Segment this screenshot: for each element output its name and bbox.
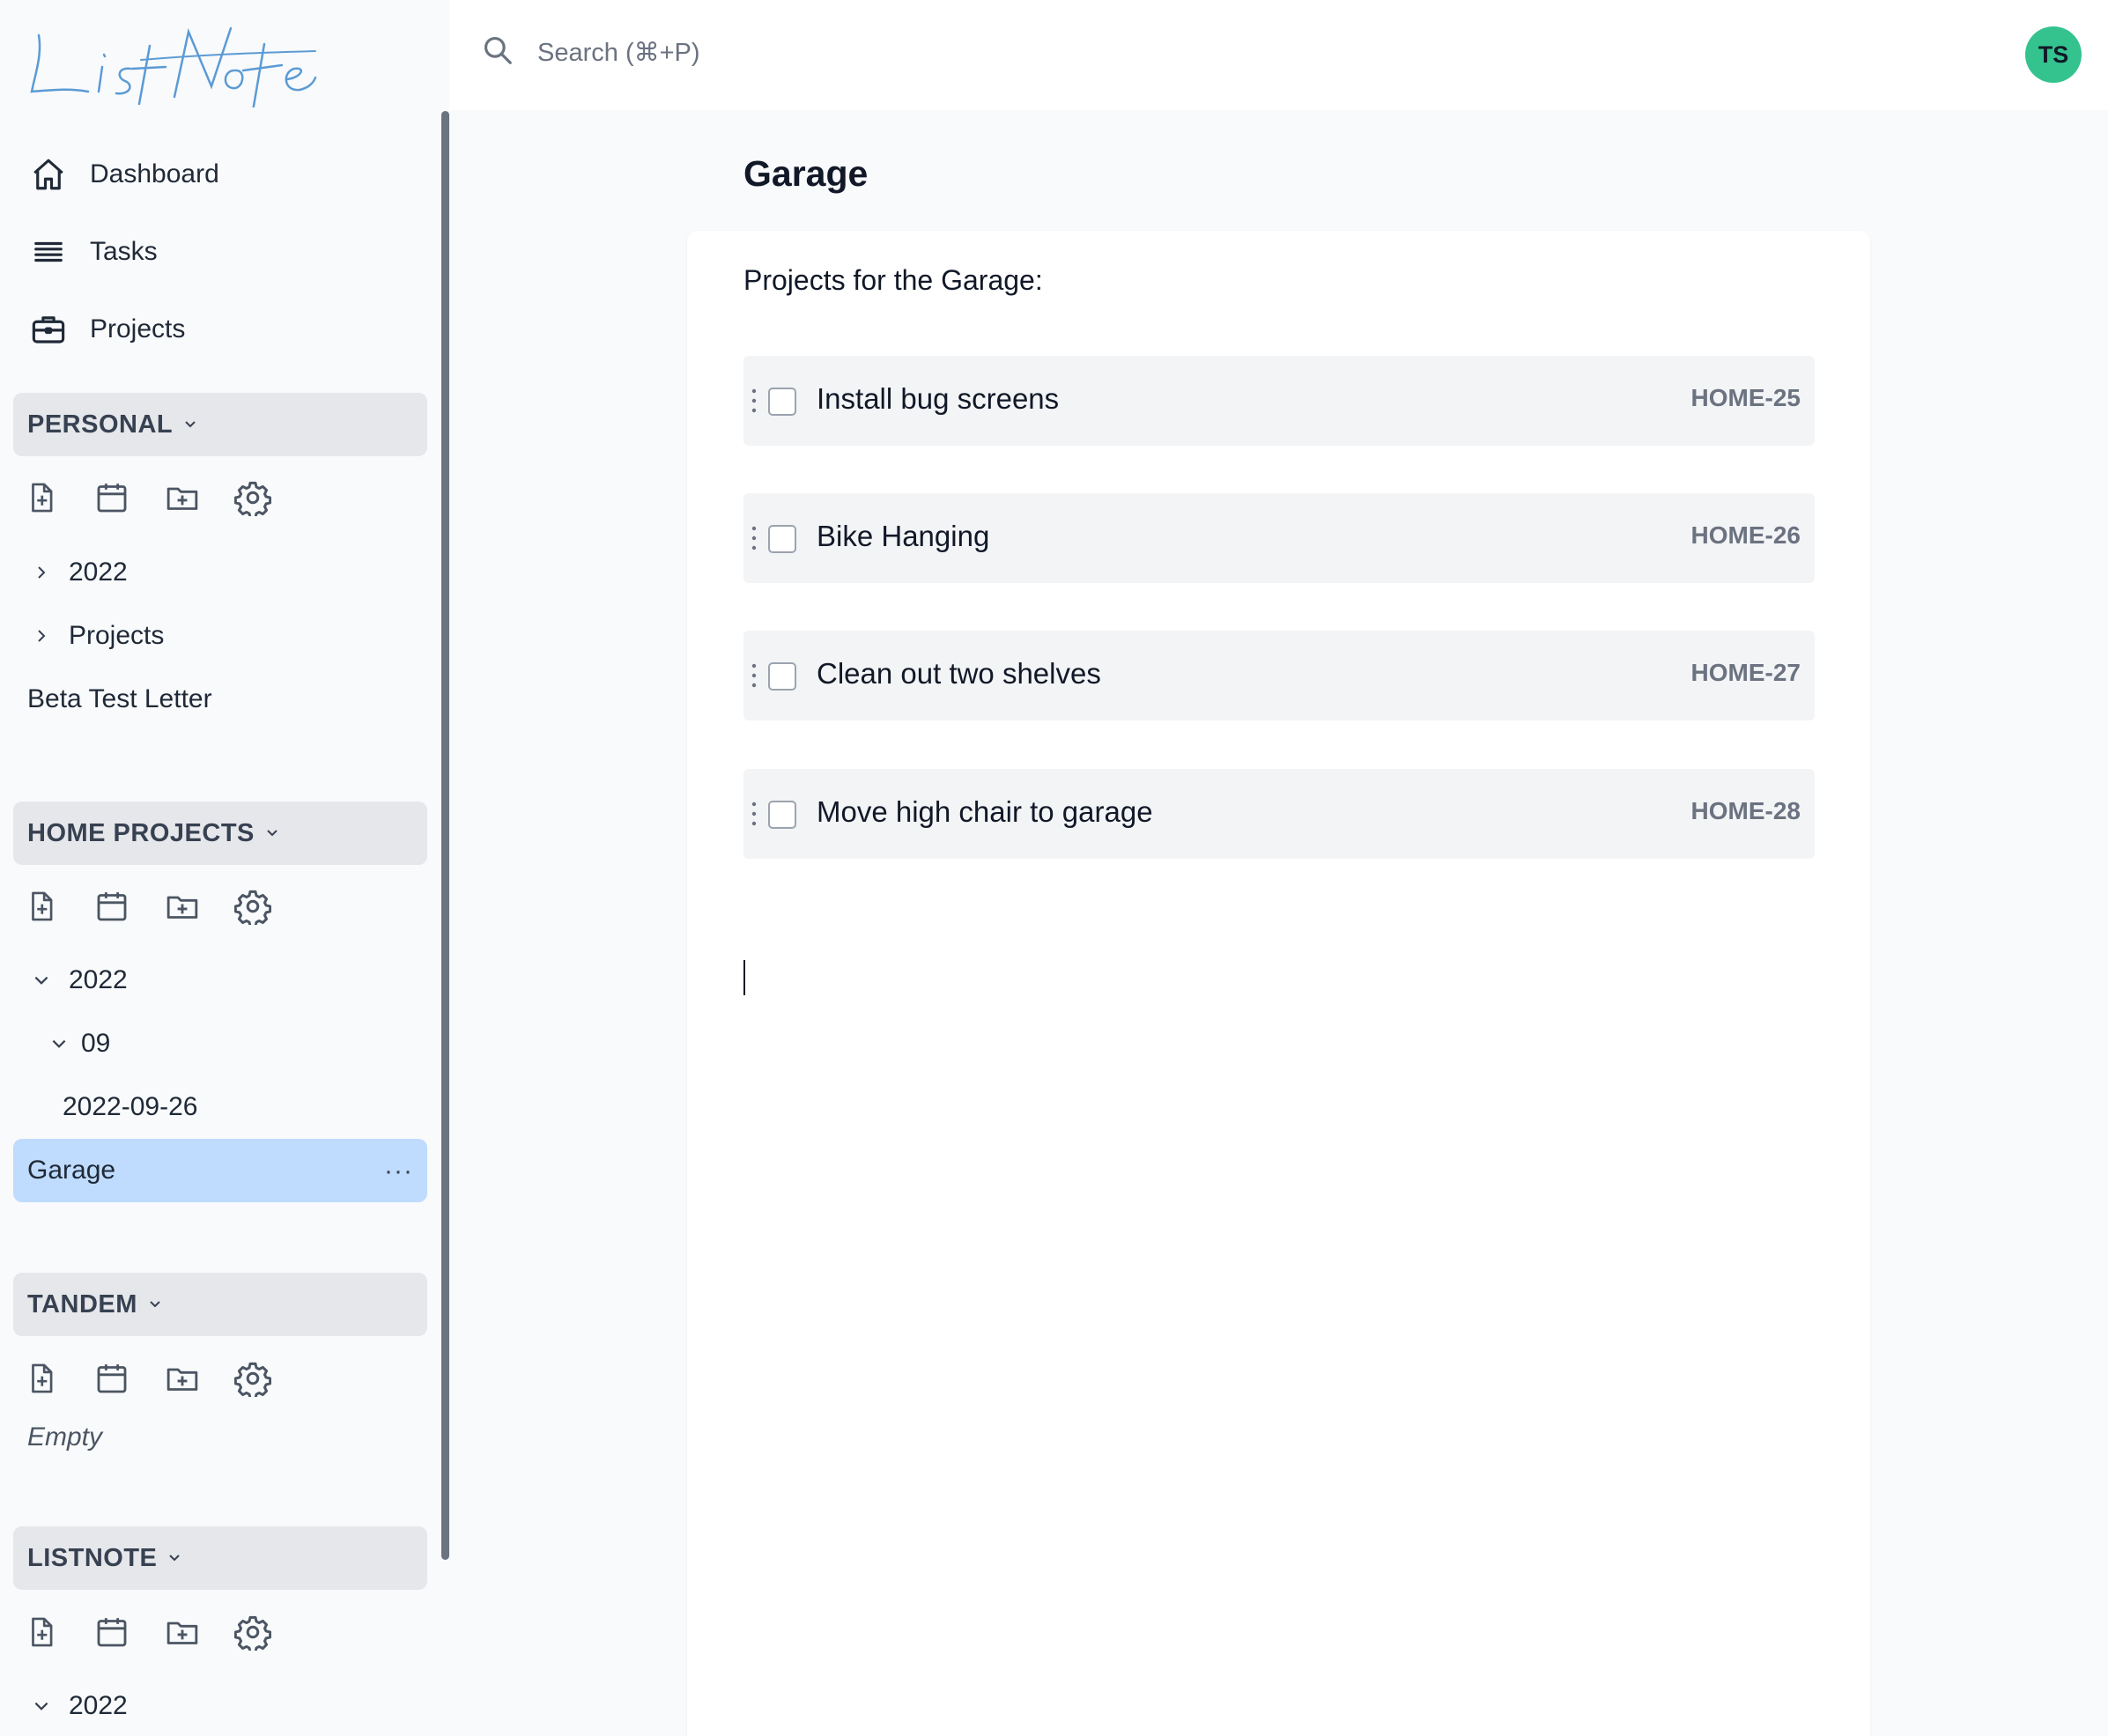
gear-icon[interactable]	[233, 1358, 273, 1399]
task-title[interactable]: Clean out two shelves	[817, 657, 1101, 691]
task-row[interactable]: Move high chair to garage HOME-28	[743, 769, 1815, 859]
calendar-icon[interactable]	[92, 1612, 132, 1652]
tree-item-listnote-2022[interactable]: 2022	[28, 1680, 128, 1732]
search-icon	[481, 33, 514, 71]
tree-item-personal-2022[interactable]: 2022	[28, 546, 128, 599]
new-folder-icon[interactable]	[162, 1358, 203, 1399]
gear-icon[interactable]	[233, 886, 273, 927]
section-listnote-actions	[21, 1612, 303, 1656]
section-personal-header[interactable]: PERSONAL	[13, 393, 427, 456]
chevron-down-icon	[166, 1549, 183, 1567]
task-checkbox[interactable]	[768, 388, 796, 416]
task-id-badge[interactable]: HOME-25	[1691, 384, 1801, 412]
task-row[interactable]: Bike Hanging HOME-26	[743, 493, 1815, 583]
task-title[interactable]: Bike Hanging	[817, 520, 989, 553]
nav-projects-label: Projects	[90, 314, 186, 344]
nav-tasks[interactable]: Tasks	[26, 221, 414, 283]
new-note-icon[interactable]	[21, 477, 62, 518]
section-listnote-header[interactable]: LISTNOTE	[13, 1526, 427, 1590]
text-cursor	[743, 960, 745, 995]
chevron-down-icon	[263, 824, 281, 842]
list-icon	[26, 230, 70, 274]
section-tandem-empty: Empty	[27, 1422, 103, 1452]
app-root: Dashboard Tasks Projects PERSONAL 2022 P…	[0, 0, 2108, 1736]
section-listnote-label: LISTNOTE	[27, 1543, 158, 1572]
tree-item-label: Garage	[27, 1156, 116, 1185]
chevron-down-icon	[181, 416, 199, 433]
new-note-icon[interactable]	[21, 1358, 62, 1399]
section-home-projects-label: HOME PROJECTS	[27, 818, 255, 847]
new-note-icon[interactable]	[21, 886, 62, 927]
chevron-right-icon	[28, 559, 55, 586]
tree-item-garage[interactable]: Garage ···	[13, 1139, 427, 1202]
calendar-icon[interactable]	[92, 1358, 132, 1399]
task-row[interactable]: Clean out two shelves HOME-27	[743, 631, 1815, 720]
more-options-button[interactable]: ···	[384, 1156, 413, 1186]
sidebar-scrollbar[interactable]	[441, 111, 449, 1560]
section-home-projects-actions	[21, 886, 303, 930]
nav-projects[interactable]: Projects	[26, 299, 414, 360]
task-id-badge[interactable]: HOME-26	[1691, 521, 1801, 550]
section-tandem-header[interactable]: TANDEM	[13, 1273, 427, 1336]
page-title: Garage	[743, 153, 869, 194]
gear-icon[interactable]	[233, 477, 273, 518]
task-checkbox[interactable]	[768, 801, 796, 829]
user-avatar[interactable]: TS	[2025, 26, 2082, 83]
drag-handle-icon[interactable]	[751, 525, 758, 551]
drag-handle-icon[interactable]	[751, 388, 758, 414]
new-note-icon[interactable]	[21, 1612, 62, 1652]
note-editor[interactable]	[687, 231, 1870, 1736]
tree-item-beta-test-letter[interactable]: Beta Test Letter	[27, 673, 212, 726]
task-row[interactable]: Install bug screens HOME-25	[743, 356, 1815, 446]
task-checkbox[interactable]	[768, 525, 796, 553]
tree-item-label: Beta Test Letter	[27, 684, 212, 713]
task-checkbox[interactable]	[768, 662, 796, 691]
drag-handle-icon[interactable]	[751, 801, 758, 827]
tree-item-home-2022[interactable]: 2022	[28, 954, 128, 1007]
new-folder-icon[interactable]	[162, 477, 203, 518]
top-bar: Search (⌘+P) TS	[449, 0, 2108, 110]
task-title[interactable]: Install bug screens	[817, 382, 1059, 416]
section-home-projects-header[interactable]: HOME PROJECTS	[13, 802, 427, 865]
calendar-icon[interactable]	[92, 886, 132, 927]
note-intro-text[interactable]: Projects for the Garage:	[743, 264, 1043, 297]
tree-item-label: 2022	[69, 1691, 128, 1720]
nav-dashboard-label: Dashboard	[90, 159, 219, 188]
task-title[interactable]: Move high chair to garage	[817, 795, 1153, 829]
section-tandem-label: TANDEM	[27, 1289, 137, 1319]
tree-item-personal-projects[interactable]: Projects	[28, 609, 164, 662]
search-placeholder: Search (⌘+P)	[537, 39, 700, 67]
drag-handle-icon[interactable]	[751, 662, 758, 689]
listnote-logo[interactable]	[26, 19, 317, 107]
section-tandem-actions	[21, 1358, 303, 1402]
tree-item-label: 09	[81, 1029, 111, 1058]
sidebar: Dashboard Tasks Projects PERSONAL 2022 P…	[0, 0, 449, 1736]
tree-item-home-09[interactable]: 09	[46, 1017, 110, 1070]
chevron-down-icon	[28, 967, 55, 994]
new-folder-icon[interactable]	[162, 1612, 203, 1652]
tree-item-label: Projects	[69, 621, 165, 650]
briefcase-icon	[26, 307, 70, 351]
home-icon	[26, 152, 70, 196]
chevron-right-icon	[28, 623, 55, 649]
task-id-badge[interactable]: HOME-28	[1691, 797, 1801, 825]
tree-item-label: 2022	[69, 558, 128, 587]
tree-item-label: 2022-09-26	[63, 1092, 198, 1121]
chevron-down-icon	[146, 1296, 164, 1313]
tree-item-label: 2022	[69, 965, 128, 994]
chevron-down-icon	[46, 1031, 72, 1057]
task-id-badge[interactable]: HOME-27	[1691, 659, 1801, 687]
nav-dashboard[interactable]: Dashboard	[26, 144, 414, 205]
calendar-icon[interactable]	[92, 477, 132, 518]
nav-tasks-label: Tasks	[90, 237, 158, 266]
section-personal-label: PERSONAL	[27, 410, 174, 439]
chevron-down-icon	[28, 1693, 55, 1719]
gear-icon[interactable]	[233, 1612, 273, 1652]
tree-item-2022-09-26[interactable]: 2022-09-26	[63, 1081, 197, 1134]
new-folder-icon[interactable]	[162, 886, 203, 927]
section-personal-actions	[21, 477, 303, 521]
search-input[interactable]: Search (⌘+P)	[481, 33, 700, 71]
